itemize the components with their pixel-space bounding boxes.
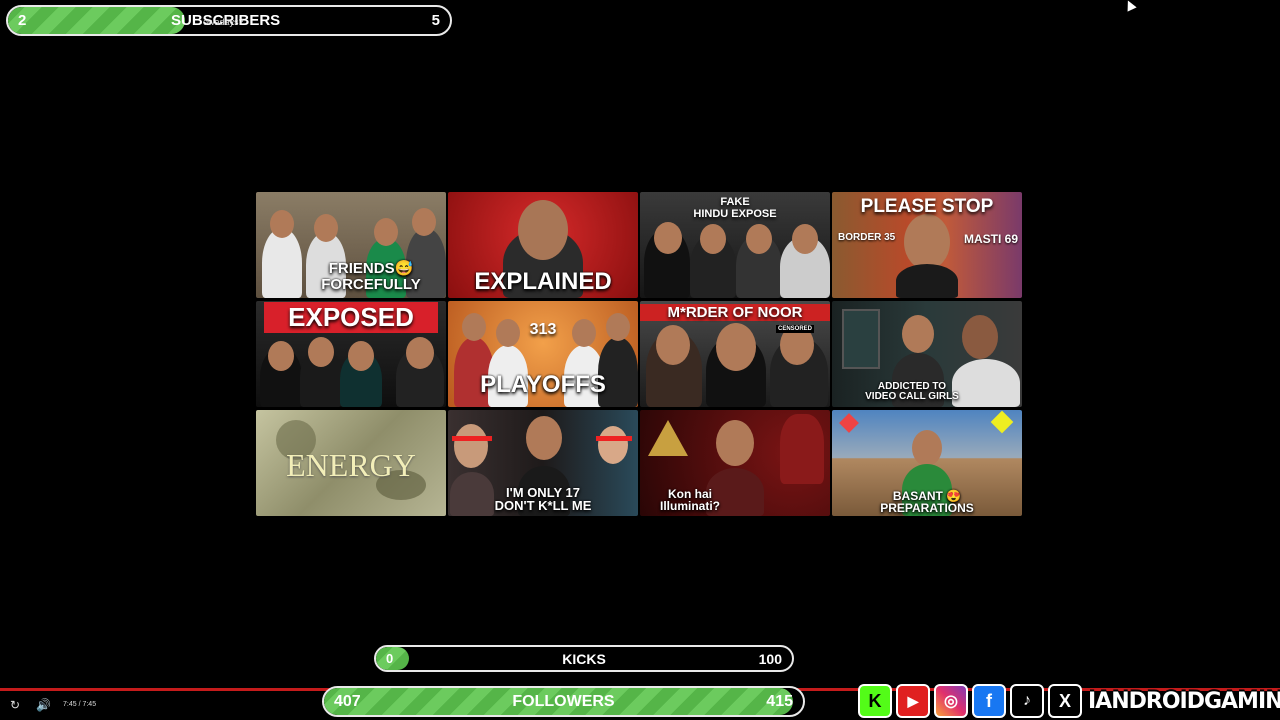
overlay-text: owadays? <box>203 17 244 27</box>
subscribers-start-value: 2 <box>18 12 27 29</box>
subscribers-end-value: 5 <box>431 12 440 29</box>
phone-icon <box>842 309 880 369</box>
thumbnail-label: CENSORED <box>776 325 815 333</box>
video-thumbnail[interactable]: ADDICTED TO VIDEO CALL GIRLS <box>832 301 1022 407</box>
volume-icon[interactable]: 🔊 <box>36 698 51 712</box>
thumbnail-label: BORDER 35 <box>838 232 896 243</box>
video-thumbnail[interactable]: Kon hai Illuminati? <box>640 410 830 516</box>
thumbnail-caption: I'M ONLY 17 DON'T K*LL ME <box>494 484 592 513</box>
censor-bar <box>596 436 632 441</box>
thumbnail-title: FAKE HINDU EXPOSE <box>693 196 777 221</box>
censor-bar <box>452 436 492 441</box>
youtube-icon[interactable]: ▶ <box>896 684 930 718</box>
thumbnail-caption: BASANT 😍 PREPARATIONS <box>880 488 974 515</box>
followers-end-value: 415 <box>766 692 793 710</box>
video-thumbnail[interactable]: M*RDER OF NOOR CENSORED <box>640 301 830 407</box>
thumbnail-title: EXPOSED <box>264 302 438 333</box>
x-icon[interactable]: X <box>1048 684 1082 718</box>
kite-icon <box>839 413 859 433</box>
social-links: K ▶ ◎ f ♪ X IANDROIDGAMING <box>858 684 1280 718</box>
video-thumbnail[interactable]: ENERGY <box>256 410 446 516</box>
channel-handle: IANDROIDGAMING <box>1088 688 1280 714</box>
thumbnail-caption: FRIENDS😅 FORCEFULLY <box>321 260 421 293</box>
kick-icon[interactable]: K <box>858 684 892 718</box>
thumbnail-label: MASTI 69 <box>963 232 1018 246</box>
thumbnail-caption: Kon hai Illuminati? <box>660 486 720 513</box>
followers-goal-bar: 407 FOLLOWERS 415 <box>322 686 805 717</box>
kicks-label: KICKS <box>562 650 606 667</box>
video-thumbnail[interactable]: EXPLAINED <box>448 192 638 298</box>
thumbnail-title: 313 <box>529 321 557 338</box>
thumbnail-caption: EXPLAINED <box>474 267 612 295</box>
thumbnail-caption: PLAYOFFS <box>480 370 606 398</box>
pyramid-eye-icon <box>648 420 688 456</box>
mouse-cursor-icon <box>1123 0 1137 12</box>
video-thumbnail-grid: FRIENDS😅 FORCEFULLY EXPLAINED FAKE HINDU… <box>256 192 1024 517</box>
subscribers-goal-bar: 2 SUBSCRIBERS owadays? 5 <box>6 5 452 36</box>
devil-figure <box>780 414 824 484</box>
video-thumbnail[interactable]: PLEASE STOP BORDER 35 MASTI 69 <box>832 192 1022 298</box>
replay-icon[interactable]: ↻ <box>10 698 20 712</box>
video-thumbnail[interactable]: FRIENDS😅 FORCEFULLY <box>256 192 446 298</box>
thumbnail-caption: ENERGY <box>286 447 416 484</box>
facebook-icon[interactable]: f <box>972 684 1006 718</box>
video-thumbnail[interactable]: BASANT 😍 PREPARATIONS <box>832 410 1022 516</box>
subscribers-progress-fill <box>8 7 185 34</box>
kicks-goal-bar: 0 KICKS 100 <box>374 645 794 672</box>
thumbnail-caption: ADDICTED TO VIDEO CALL GIRLS <box>865 380 959 402</box>
kite-icon <box>990 410 1014 434</box>
instagram-icon[interactable]: ◎ <box>934 684 968 718</box>
followers-label: FOLLOWERS <box>512 692 615 710</box>
video-thumbnail[interactable]: 313 PLAYOFFS <box>448 301 638 407</box>
tiktok-icon[interactable]: ♪ <box>1010 684 1044 718</box>
video-thumbnail[interactable]: FAKE HINDU EXPOSE <box>640 192 830 298</box>
video-thumbnail[interactable]: I'M ONLY 17 DON'T K*LL ME <box>448 410 638 516</box>
thumbnail-title: M*RDER OF NOOR <box>640 304 830 321</box>
video-thumbnail[interactable]: EXPOSED <box>256 301 446 407</box>
video-time: 7:45 / 7:45 <box>63 701 97 708</box>
kicks-end-value: 100 <box>758 650 782 667</box>
thumbnail-title: PLEASE STOP <box>860 196 994 217</box>
